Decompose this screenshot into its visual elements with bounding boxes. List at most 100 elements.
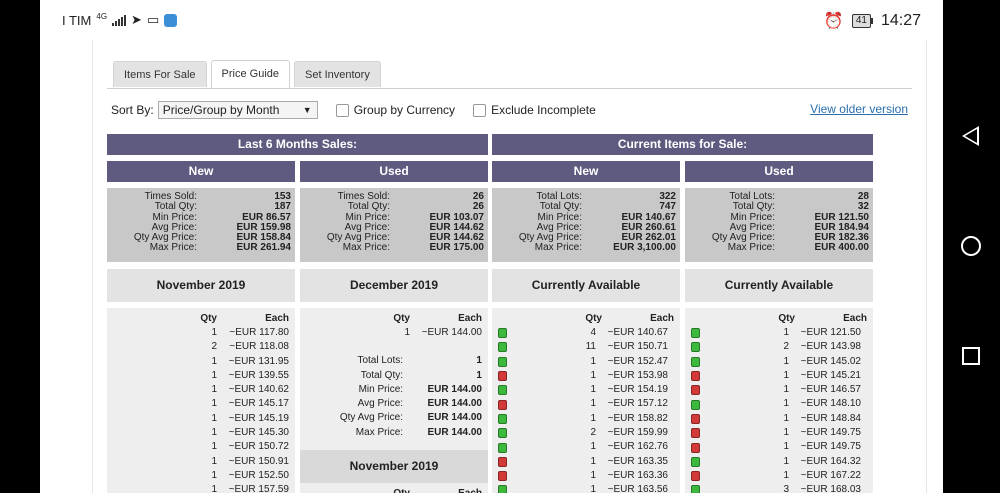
month-header: November 2019 — [300, 450, 488, 484]
each-header: Each — [410, 487, 488, 493]
exclude-incomplete-checkbox[interactable]: Exclude Incomplete — [473, 103, 596, 117]
summary-stats: Total Lots: 322 Total Qty: 747 Min Price: EUR… — [492, 188, 680, 262]
list-item: 1 ~EUR 163.35 — [492, 455, 680, 469]
phone-screen: I TIM 4G ➤ ▭ ⏰ 41 14:27 Items For Sale P… — [40, 0, 943, 493]
list-item: 1 ~EUR 152.50 — [107, 469, 295, 483]
price-cell: ~EUR 143.98 — [800, 341, 861, 353]
price-guide-page: Items For Sale Price Guide Set Inventory… — [92, 40, 927, 493]
list-item: 1 ~EUR 149.75 — [685, 426, 873, 440]
summary-row: Avg Price: EUR 144.00 — [300, 397, 488, 411]
qty-cell: 1 — [404, 327, 410, 338]
price-cell: ~EUR 139.55 — [228, 369, 289, 381]
list-header: QtyEach — [300, 487, 488, 493]
current-items-header: Current Items for Sale: — [492, 134, 873, 155]
list-item: 1 ~EUR 131.95 — [107, 355, 295, 369]
price-cell: ~EUR 140.62 — [228, 384, 289, 396]
sort-select[interactable]: Price/Group by Month ▼ — [157, 101, 318, 119]
list-item: 1 ~EUR 158.82 — [492, 412, 680, 426]
red-gem-icon — [691, 371, 700, 382]
list-header: QtyEach — [107, 312, 295, 326]
list-item: 1 ~EUR 167.22 — [685, 469, 873, 483]
col-used-current: Used — [685, 161, 873, 182]
qty-header: Qty — [778, 313, 795, 324]
list-item: 1 ~EUR 145.19 — [107, 412, 295, 426]
recents-icon[interactable] — [962, 347, 980, 365]
qty-cell: 1 — [783, 427, 789, 439]
summary-stats: Times Sold: 26 Total Qty: 26 Min Price: EUR 1… — [300, 188, 488, 262]
qty-cell: 4 — [590, 327, 596, 338]
summary-value: EUR 144.00 — [427, 398, 482, 410]
qty-cell: 1 — [783, 355, 789, 367]
stat-label: Max Price: — [342, 242, 390, 254]
green-gem-icon — [498, 413, 507, 424]
list-item: 1 ~EUR 145.17 — [107, 397, 295, 411]
list-header: QtyEach — [492, 312, 680, 326]
alarm-icon: ⏰ — [823, 13, 844, 30]
price-cell: ~EUR 121.50 — [800, 327, 861, 338]
price-cell: ~EUR 145.02 — [800, 355, 861, 367]
tab-price-guide[interactable]: Price Guide — [210, 60, 291, 88]
back-icon[interactable] — [962, 126, 979, 146]
price-cell: ~EUR 150.71 — [607, 341, 668, 353]
price-cell: ~EUR 163.56 — [607, 484, 668, 493]
green-gem-icon — [498, 428, 507, 439]
battery-icon: 41 — [851, 14, 873, 28]
qty-cell: 1 — [211, 427, 217, 439]
green-gem-icon — [498, 442, 507, 453]
view-older-version-link[interactable]: View older version — [810, 102, 908, 116]
price-cell: ~EUR 145.19 — [228, 412, 289, 424]
list-item: 1 ~EUR 164.32 — [685, 455, 873, 469]
sold-new-list: Qty Each 1 ~EUR 117.80 2 ~EUR 118.08 1 ~EUR 131… — [107, 308, 295, 493]
home-icon[interactable] — [961, 236, 981, 256]
price-cell: ~EUR 152.50 — [228, 469, 289, 481]
list-item: 1 ~EUR 152.47 — [492, 355, 680, 369]
price-cell: ~EUR 149.75 — [800, 441, 861, 453]
price-cell: ~EUR 153.98 — [607, 369, 668, 381]
each-header: Each — [458, 313, 482, 324]
green-gem-icon — [498, 485, 507, 493]
price-cell: ~EUR 145.17 — [228, 398, 289, 410]
sort-label: Sort By: — [111, 103, 154, 117]
qty-cell: 1 — [590, 355, 596, 367]
qty-cell: 2 — [783, 341, 789, 353]
red-gem-icon — [691, 428, 700, 439]
price-cell: ~EUR 150.91 — [228, 455, 289, 467]
group-by-currency-checkbox[interactable]: Group by Currency — [335, 103, 455, 117]
list-item: 11 ~EUR 150.71 — [492, 340, 680, 354]
qty-cell: 2 — [211, 341, 217, 353]
qty-cell: 1 — [211, 455, 217, 467]
qty-cell: 1 — [783, 384, 789, 396]
qty-cell: 1 — [783, 398, 789, 410]
list-item: 1 ~EUR 162.76 — [492, 440, 680, 454]
stat-row: Times Sold: 26 — [300, 191, 488, 202]
tab-items-for-sale[interactable]: Items For Sale — [113, 61, 207, 87]
summary-stats: Times Sold: 153 Total Qty: 187 Min Price: EUR… — [107, 188, 295, 262]
green-gem-icon — [691, 485, 700, 493]
tab-bar: Items For Sale Price Guide Set Inventory — [113, 60, 381, 88]
col-used-sold: Used — [300, 161, 488, 182]
price-cell: ~EUR 140.67 — [607, 327, 668, 338]
price-cell: ~EUR 163.35 — [607, 455, 668, 467]
list-item: 1 ~EUR 157.12 — [492, 397, 680, 411]
price-cell: ~EUR 117.80 — [229, 327, 289, 338]
qty-cell: 1 — [590, 369, 596, 381]
list-item: 1 ~EUR 150.72 — [107, 440, 295, 454]
qty-cell: 1 — [211, 327, 217, 338]
qty-cell: 3 — [783, 484, 789, 493]
list-item: 1 ~EUR 148.84 — [685, 412, 873, 426]
qty-cell: 1 — [211, 441, 217, 453]
tab-set-inventory[interactable]: Set Inventory — [294, 61, 381, 87]
qty-cell: 1 — [783, 441, 789, 453]
green-gem-icon — [498, 385, 507, 396]
clock: 14:27 — [880, 12, 921, 29]
list-item: 3 ~EUR 168.03 — [685, 483, 873, 493]
sold-used-list: Qty Each 1 ~EUR 144.00 Total Lots: 1 Total Qty… — [300, 308, 488, 493]
price-cell: ~EUR 146.57 — [800, 384, 861, 396]
list-item: 1 ~EUR 145.21 — [685, 369, 873, 383]
price-cell: ~EUR 157.12 — [607, 398, 668, 410]
qty-cell: 1 — [590, 412, 596, 424]
red-gem-icon — [691, 471, 700, 482]
list-item: 1 ~EUR 154.19 — [492, 383, 680, 397]
summary-label: Total Lots: — [357, 355, 404, 367]
stat-row: Total Lots: 28 — [685, 191, 873, 202]
